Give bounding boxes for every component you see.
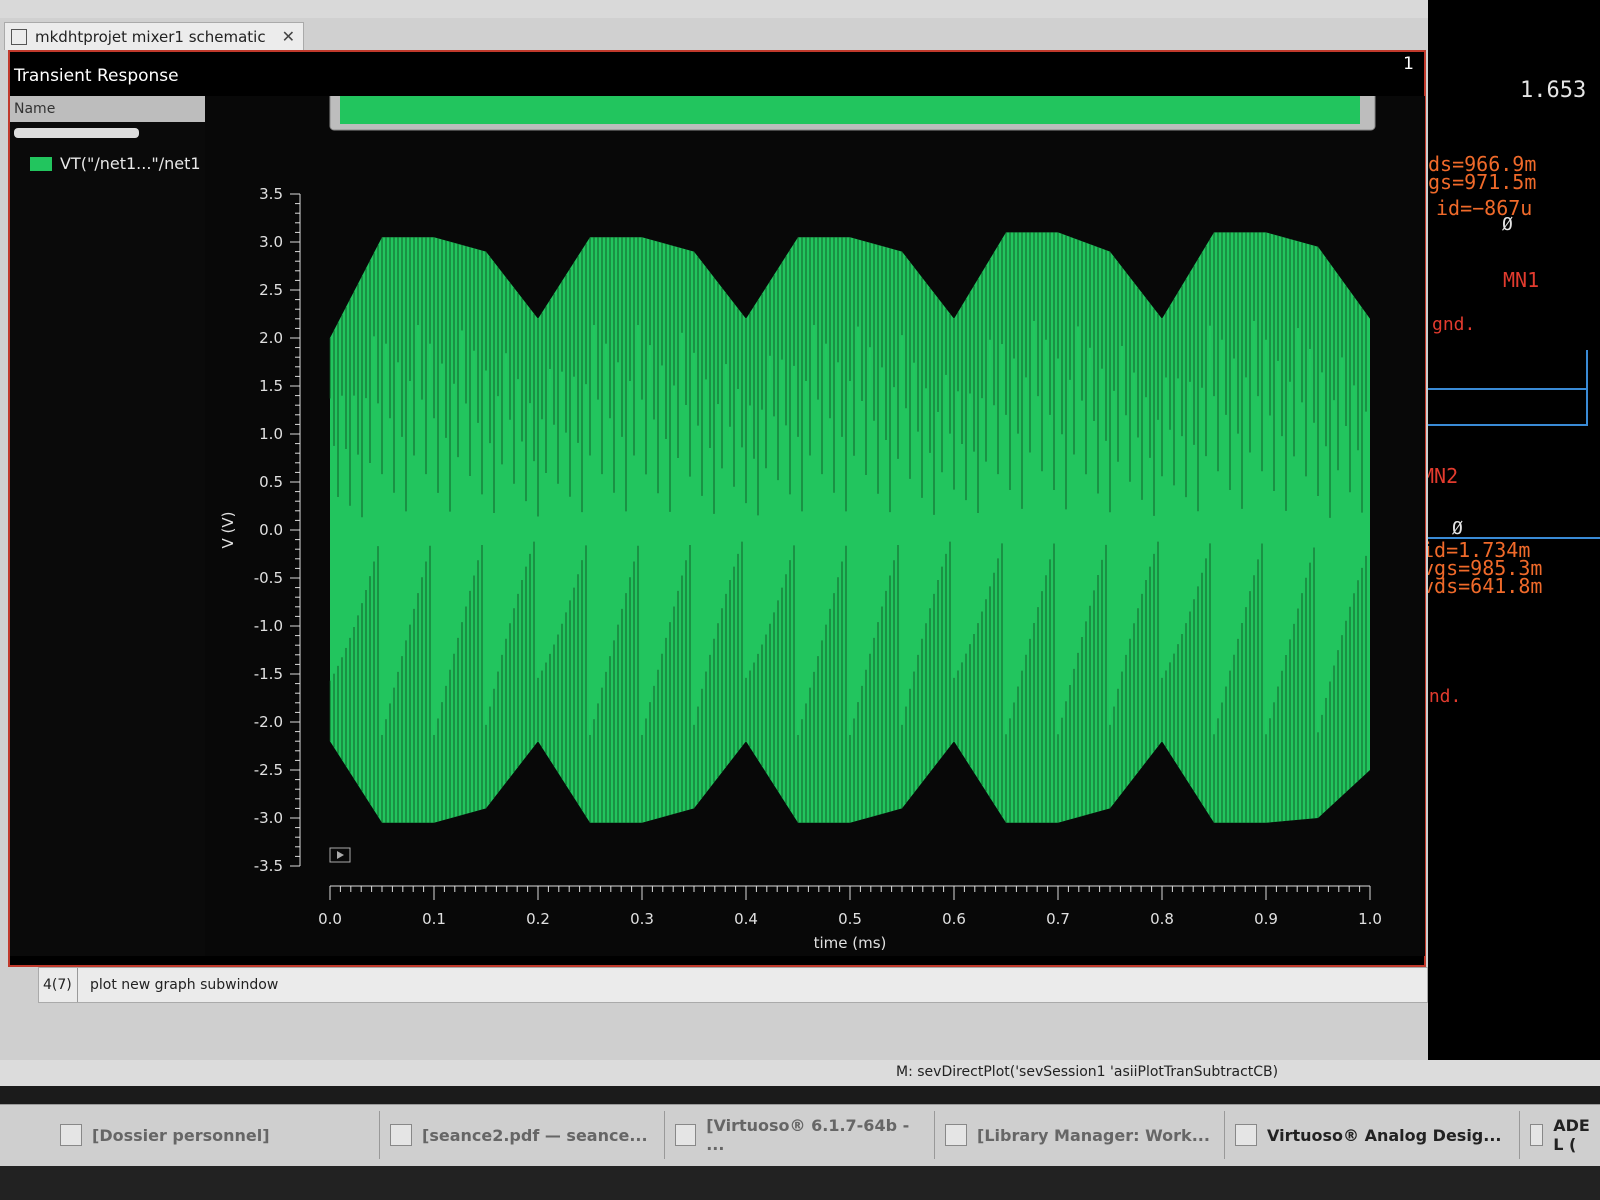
x-tick-label: 0.3 (630, 910, 654, 928)
schematic-zero: Ø (1502, 214, 1513, 235)
schematic-id: id=−867u (1436, 196, 1533, 220)
schematic-vgs: gs=971.5m (1428, 170, 1537, 194)
y-tick-label: -2.5 (254, 761, 283, 779)
tab-schematic[interactable]: mkdhtprojet mixer1 schematic ✕ (4, 22, 304, 50)
ade-icon (1530, 1124, 1544, 1146)
schematic-wire (1428, 424, 1588, 426)
mouse-binding-text: M: sevDirectPlot('sevSession1 'asiiPlotT… (896, 1064, 1279, 1080)
x-tick-label: 0.5 (838, 910, 862, 928)
y-tick-label: 3.0 (259, 233, 283, 251)
x-tick-label: 0.9 (1254, 910, 1278, 928)
mouse-binding-line: M: sevDirectPlot('sevSession1 'asiiPlotT… (0, 1060, 1600, 1086)
taskbar-item-ade[interactable]: ADE L ( (1520, 1111, 1600, 1159)
plot-window[interactable]: Transient Response 1 Name VT("/net1..."/… (8, 50, 1426, 967)
x-tick-label: 0.6 (942, 910, 966, 928)
mn2-label: MN2 (1428, 464, 1459, 488)
pdf-icon (390, 1124, 412, 1146)
close-icon[interactable]: ✕ (282, 27, 295, 46)
y-tick-label: -2.0 (254, 713, 283, 731)
monitor-bezel (0, 1166, 1600, 1200)
legend-scroll[interactable] (14, 128, 139, 138)
taskbar-item-pdf[interactable]: [seance2.pdf — seance... (380, 1111, 665, 1159)
menu-strip (0, 0, 1460, 19)
virtuoso-icon (675, 1124, 697, 1146)
schematic-icon (11, 28, 27, 45)
y-axis-label: V (V) (219, 512, 237, 549)
subwindow-number: 1 (1403, 54, 1414, 74)
mn1-label: MN1 (1503, 268, 1540, 292)
x-tick-label: 0.1 (422, 910, 446, 928)
taskbar-item-label: [Dossier personnel] (92, 1125, 270, 1145)
taskbar-item-label: [Virtuoso® 6.1.7-64b - ... (706, 1116, 910, 1154)
y-tick-label: 3.5 (259, 185, 283, 203)
taskbar-item-label: [Library Manager: Work... (977, 1125, 1210, 1145)
transient-chart[interactable]: 3.5 3.0 2.5 2.0 1.5 1.0 0.5 0.0 -0.5 -1.0 -1.5 -2.0… (205, 89, 1425, 956)
folder-icon (60, 1124, 82, 1146)
y-tick-label: -3.0 (254, 809, 283, 827)
y-tick-label: -1.0 (254, 617, 283, 635)
x-tick-label: 0.2 (526, 910, 550, 928)
legend-header[interactable]: Name (10, 96, 205, 122)
status-message: plot new graph subwindow (90, 977, 279, 993)
schematic-zero: Ø (1452, 518, 1463, 539)
taskbar-item-analog-design[interactable]: Virtuoso® Analog Desig... (1225, 1111, 1520, 1159)
taskbar-item-home[interactable]: [Dossier personnel] (50, 1111, 380, 1159)
x-tick-label: 0.0 (318, 910, 342, 928)
y-tick-label: 0.0 (259, 521, 283, 539)
graph-area[interactable]: 3.5 3.0 2.5 2.0 1.5 1.0 0.5 0.0 -0.5 -1.0 -1.5 -2.0… (205, 89, 1425, 956)
gnd-label: gnd. (1432, 314, 1476, 335)
taskbar-item-library-manager[interactable]: [Library Manager: Work... (935, 1111, 1225, 1159)
status-bar: 4(7) plot new graph subwindow (38, 967, 1428, 1003)
taskbar-item-label: [seance2.pdf — seance... (422, 1125, 648, 1145)
schematic-wire (1586, 350, 1588, 426)
taskbar-item-virtuoso[interactable]: [Virtuoso® 6.1.7-64b - ... (665, 1111, 935, 1159)
library-icon (945, 1124, 967, 1146)
y-tick-label: 0.5 (259, 473, 283, 491)
taskbar-item-label: Virtuoso® Analog Desig... (1267, 1125, 1502, 1145)
y-tick-label: -3.5 (254, 857, 283, 875)
overview-waveform (340, 96, 1360, 124)
plot-title: Transient Response (14, 66, 179, 86)
x-tick-label: 0.4 (734, 910, 758, 928)
y-tick-label: 1.5 (259, 377, 283, 395)
tab-title: mkdhtprojet mixer1 schematic (35, 27, 266, 46)
x-tick-label: 0.8 (1150, 910, 1174, 928)
y-tick-label: -0.5 (254, 569, 283, 587)
taskbar-item-label: ADE L ( (1553, 1116, 1590, 1154)
y-tick-label: 2.0 (259, 329, 283, 347)
schematic-vds2: vds=641.8m (1428, 574, 1543, 598)
legend-entry[interactable]: VT("/net1..."/net1 (10, 154, 205, 173)
x-tick-label: 0.7 (1046, 910, 1070, 928)
legend-panel: Name VT("/net1..."/net1 (10, 96, 205, 956)
schematic-panel[interactable]: 1.653 ds=966.9m gs=971.5m id=−867u Ø MN1… (1428, 0, 1600, 1060)
legend-swatch (30, 156, 52, 171)
y-tick-label: 1.0 (259, 425, 283, 443)
y-tick-label: -1.5 (254, 665, 283, 683)
x-tick-label: 1.0 (1358, 910, 1382, 928)
x-axis-label: time (ms) (814, 934, 887, 952)
analog-design-icon (1235, 1124, 1257, 1146)
schematic-value: 1.653 (1520, 78, 1587, 103)
taskbar: [Dossier personnel] [seance2.pdf — seanc… (0, 1104, 1600, 1167)
status-index: 4(7) (39, 968, 78, 1002)
legend-entry-label: VT("/net1..."/net1 (60, 154, 201, 173)
y-tick-label: 2.5 (259, 281, 283, 299)
gnd-label: gnd. (1428, 686, 1462, 707)
schematic-wire (1428, 388, 1588, 390)
play-icon (337, 851, 344, 859)
